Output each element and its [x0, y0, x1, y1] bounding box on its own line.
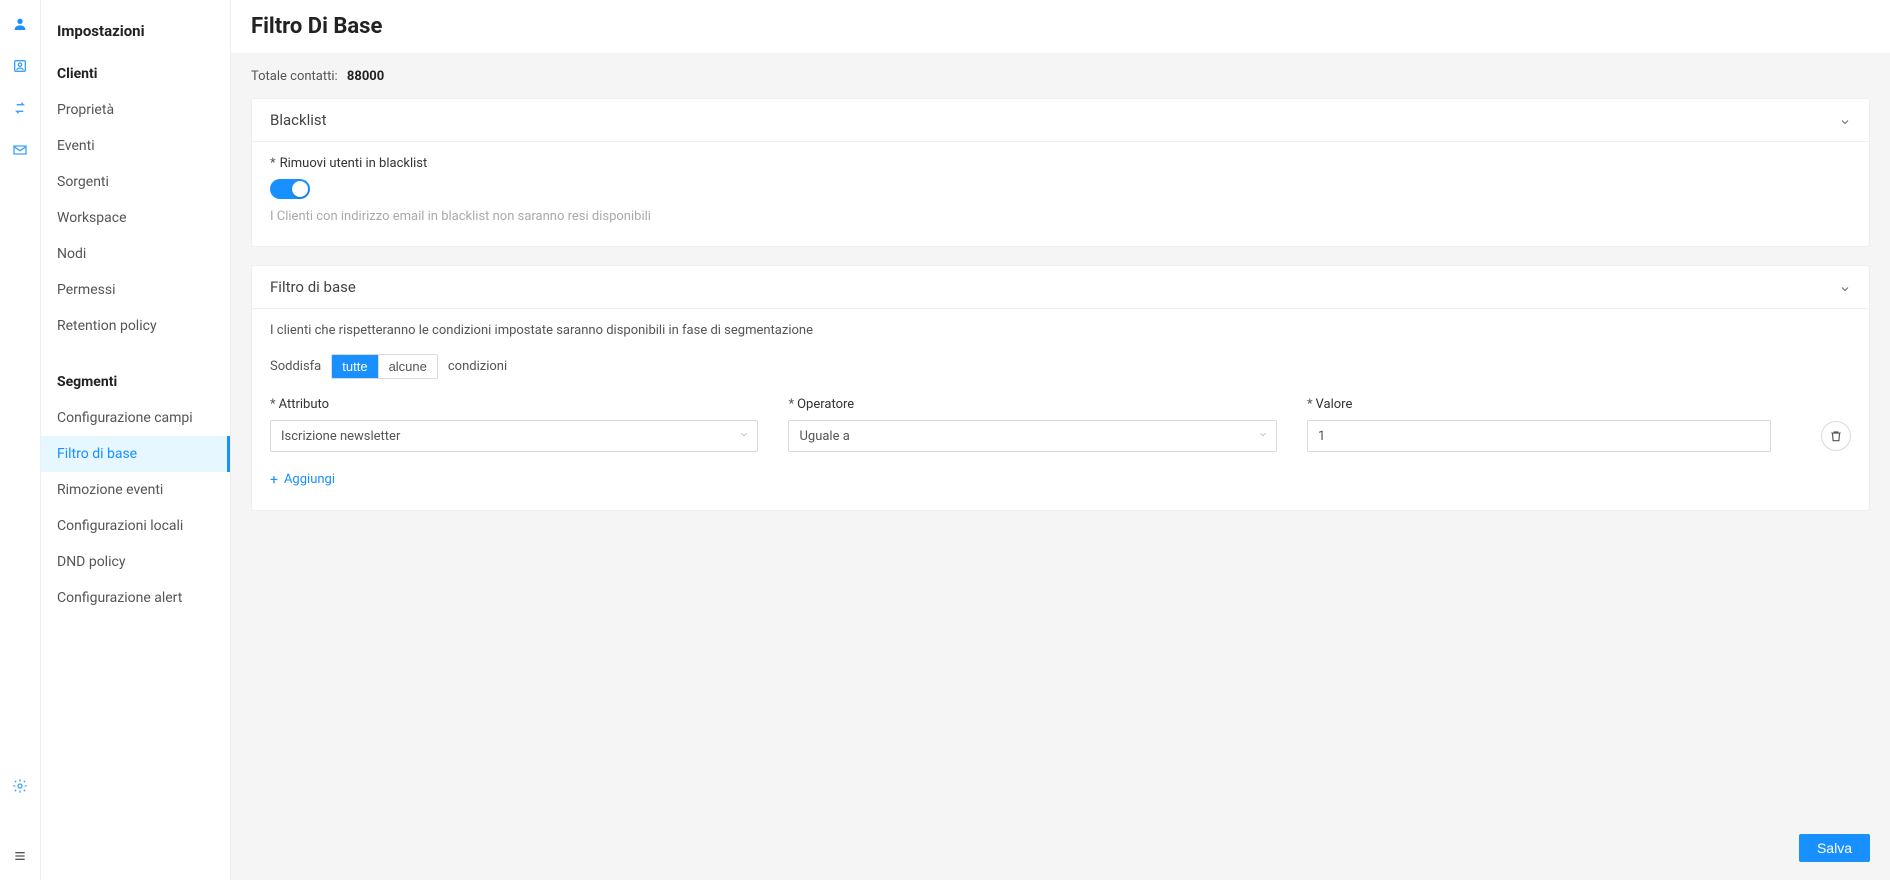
sidebar-item-config-locali[interactable]: Configurazioni locali: [41, 508, 230, 544]
sidebar-title: Impostazioni: [41, 14, 230, 56]
delete-row-button[interactable]: [1821, 421, 1851, 451]
sidebar-item-permessi[interactable]: Permessi: [41, 272, 230, 308]
filter-card: Filtro di base I clienti che rispetteran…: [251, 265, 1870, 511]
sidebar-item-nodi[interactable]: Nodi: [41, 236, 230, 272]
totals-label: Totale contatti:: [251, 69, 338, 84]
menu-icon[interactable]: [10, 846, 30, 866]
chevron-down-icon: [739, 429, 749, 444]
chevron-down-icon: [1258, 429, 1268, 444]
user-icon[interactable]: [10, 14, 30, 34]
plus-icon: +: [270, 473, 278, 487]
gear-icon[interactable]: [10, 776, 30, 796]
totals-value: 88000: [347, 69, 384, 84]
operator-select[interactable]: Uguale a: [788, 420, 1276, 452]
chevron-down-icon: [1839, 281, 1851, 293]
attribute-select[interactable]: Iscrizione newsletter: [270, 420, 758, 452]
sidebar-item-retention[interactable]: Retention policy: [41, 308, 230, 344]
page-title: Filtro Di Base: [251, 14, 1870, 39]
blacklist-card: Blacklist * Rimuovi utenti in blacklist …: [251, 98, 1870, 247]
sidebar-item-workspace[interactable]: Workspace: [41, 200, 230, 236]
blacklist-toggle[interactable]: [270, 179, 310, 199]
satisfy-line: Soddisfa tutte alcune condizioni: [270, 354, 1851, 379]
save-button[interactable]: Salva: [1799, 834, 1870, 862]
conditions-label: condizioni: [448, 359, 507, 374]
main-header: Filtro Di Base: [231, 0, 1890, 53]
icon-rail: [0, 0, 41, 880]
sidebar: Impostazioni Clienti Proprietà Eventi So…: [41, 0, 231, 880]
attribute-select-value: Iscrizione newsletter: [281, 429, 400, 444]
value-input[interactable]: 1: [1307, 420, 1771, 452]
satisfy-segmented: tutte alcune: [331, 354, 438, 379]
sidebar-item-proprieta[interactable]: Proprietà: [41, 92, 230, 128]
value-input-value: 1: [1318, 429, 1325, 444]
value-col-label: *Valore: [1307, 397, 1771, 412]
add-label: Aggiungi: [284, 472, 335, 487]
mail-icon[interactable]: [10, 140, 30, 160]
satisfy-some-button[interactable]: alcune: [378, 355, 437, 378]
sidebar-heading-clienti: Clienti: [41, 56, 230, 92]
blacklist-title: Blacklist: [270, 111, 327, 129]
sidebar-item-eventi[interactable]: Eventi: [41, 128, 230, 164]
operator-select-value: Uguale a: [799, 429, 849, 444]
attribute-col-label: *Attributo: [270, 397, 758, 412]
sidebar-item-sorgenti[interactable]: Sorgenti: [41, 164, 230, 200]
sidebar-heading-segmenti: Segmenti: [41, 364, 230, 400]
swap-icon[interactable]: [10, 98, 30, 118]
filter-title: Filtro di base: [270, 278, 356, 296]
sidebar-item-filtro-base[interactable]: Filtro di base: [41, 436, 230, 472]
sidebar-item-dnd-policy[interactable]: DND policy: [41, 544, 230, 580]
sidebar-item-config-alert[interactable]: Configurazione alert: [41, 580, 230, 616]
required-marker: *: [270, 156, 276, 171]
filter-row: *Attributo Iscrizione newsletter *Operat…: [270, 397, 1851, 452]
blacklist-card-header[interactable]: Blacklist: [252, 99, 1869, 142]
blacklist-field-label: * Rimuovi utenti in blacklist: [270, 156, 1851, 171]
satisfy-label: Soddisfa: [270, 359, 321, 374]
chevron-down-icon: [1839, 114, 1851, 126]
satisfy-all-button[interactable]: tutte: [332, 355, 377, 378]
sidebar-item-rimozione-eventi[interactable]: Rimozione eventi: [41, 472, 230, 508]
sidebar-item-config-campi[interactable]: Configurazione campi: [41, 400, 230, 436]
filter-card-header[interactable]: Filtro di base: [252, 266, 1869, 309]
user-square-icon[interactable]: [10, 56, 30, 76]
add-condition-button[interactable]: + Aggiungi: [270, 472, 335, 487]
blacklist-hint: I Clienti con indirizzo email in blackli…: [270, 209, 1851, 224]
operator-col-label: *Operatore: [788, 397, 1276, 412]
filter-description: I clienti che rispetteranno le condizion…: [270, 323, 1851, 338]
main-content: Filtro Di Base Totale contatti: 88000 Bl…: [231, 0, 1890, 880]
totals-row: Totale contatti: 88000: [251, 69, 1870, 84]
